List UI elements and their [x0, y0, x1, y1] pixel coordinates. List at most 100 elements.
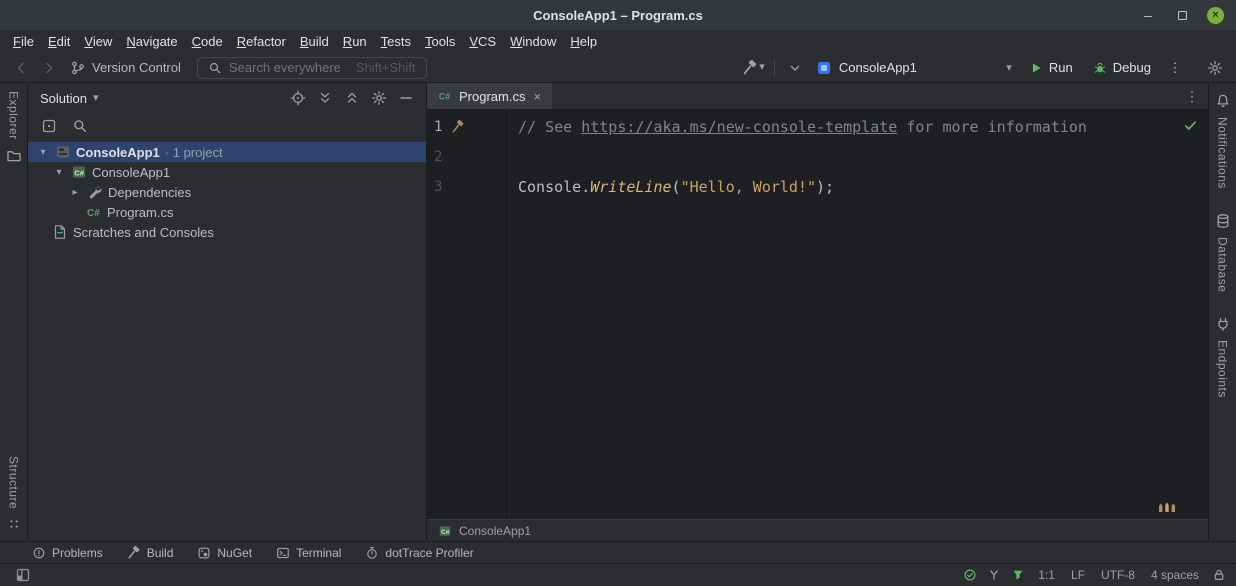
chevron-down-icon[interactable]: ▾: [36, 147, 50, 158]
arrow-right-icon: [41, 60, 57, 76]
hammer-icon: [742, 60, 758, 76]
toolwindow-build-button[interactable]: Build: [127, 546, 174, 560]
hammer-icon: [127, 546, 141, 560]
menu-item-view[interactable]: View: [77, 32, 119, 51]
tree-item-dependencies[interactable]: ▸ Dependencies: [28, 182, 426, 202]
code-link[interactable]: https://aka.ms/new-console-template: [581, 118, 897, 136]
titlebar: ConsoleApp1 – Program.cs – ×: [0, 0, 1236, 30]
toolwindow-label: NuGet: [217, 546, 252, 560]
close-button[interactable]: ×: [1207, 7, 1224, 24]
collapse-all-icon[interactable]: [344, 90, 360, 106]
menu-item-file[interactable]: File: [6, 32, 41, 51]
scratches-icon: [52, 224, 68, 240]
gutter-line-2[interactable]: 2: [427, 142, 509, 172]
toolwindow-explorer-button[interactable]: Explorer: [6, 91, 22, 164]
funnel-icon: [1011, 568, 1025, 582]
toolwindow-notifications-button[interactable]: Notifications: [1215, 93, 1231, 189]
run-config-select[interactable]: ConsoleApp1 ▾: [810, 60, 1018, 76]
circle-check-icon: [963, 568, 977, 582]
panel-options-gear-icon[interactable]: [371, 90, 387, 106]
select-opened-file-icon[interactable]: [41, 118, 57, 134]
menu-item-code[interactable]: Code: [185, 32, 230, 51]
menu-item-tools[interactable]: Tools: [418, 32, 462, 51]
tab-options-button[interactable]: ⋮: [1185, 83, 1199, 109]
explorer-stripe-label: Explorer: [7, 91, 21, 140]
tab-close-icon[interactable]: ×: [533, 89, 541, 104]
csharp-file-icon: C#: [86, 204, 102, 220]
locate-file-icon[interactable]: [290, 90, 306, 106]
toolwindow-nuget-button[interactable]: NuGet: [197, 546, 252, 560]
toolwindow-dottrace-button[interactable]: dotTrace Profiler: [365, 546, 473, 560]
lock-icon: [1212, 568, 1226, 582]
search-everywhere[interactable]: Search everywhere Shift+Shift: [197, 57, 427, 79]
toolwindow-database-button[interactable]: Database: [1215, 213, 1231, 292]
more-actions-button[interactable]: ⋮: [1162, 56, 1188, 80]
menu-item-navigate[interactable]: Navigate: [119, 32, 184, 51]
method-name: WriteLine: [590, 178, 671, 196]
chevron-right-icon[interactable]: ▸: [68, 187, 82, 198]
caret-position[interactable]: 1:1: [1035, 568, 1058, 582]
solution-explorer-panel: Solution ▾ ▾ ConsoleApp1: [28, 83, 427, 541]
menu-item-run[interactable]: Run: [336, 32, 374, 51]
search-tree-icon[interactable]: [72, 118, 88, 134]
indent-style[interactable]: 4 spaces: [1148, 568, 1202, 582]
tree-item-program-cs[interactable]: C# Program.cs: [28, 202, 426, 222]
context-actions-hammer-icon[interactable]: [451, 120, 465, 134]
tree-item-meta: · 1 project: [165, 145, 223, 160]
toolwindow-structure-button[interactable]: Structure: [7, 456, 21, 531]
menu-item-help[interactable]: Help: [563, 32, 604, 51]
toolbar-separator: [774, 60, 775, 76]
debug-button[interactable]: Debug: [1084, 56, 1160, 80]
run-button[interactable]: Run: [1020, 56, 1082, 80]
menu-item-tests[interactable]: Tests: [374, 32, 418, 51]
forward-button[interactable]: [36, 56, 62, 80]
code-line-2[interactable]: [518, 142, 1208, 172]
gutter-line-1[interactable]: 1: [427, 112, 509, 142]
toolwindow-layout-button[interactable]: [10, 563, 36, 586]
file-encoding[interactable]: UTF-8: [1098, 568, 1138, 582]
tree-item-scratches[interactable]: Scratches and Consoles: [28, 222, 426, 242]
menu-item-vcs[interactable]: VCS: [462, 32, 503, 51]
solution-view-select[interactable]: Solution: [40, 91, 87, 106]
run-widget-chevron-button[interactable]: [782, 56, 808, 80]
code-line-1[interactable]: // See https://aka.ms/new-console-templa…: [518, 112, 1208, 142]
expand-all-icon[interactable]: [317, 90, 333, 106]
menu-item-refactor[interactable]: Refactor: [230, 32, 293, 51]
run-button-label: Run: [1049, 60, 1073, 75]
line-separator[interactable]: LF: [1068, 568, 1088, 582]
code-line-3[interactable]: Console.WriteLine("Hello, World!");: [518, 172, 1208, 202]
status-widget[interactable]: [987, 568, 1001, 582]
chevron-down-icon[interactable]: ▾: [93, 93, 99, 104]
build-solution-button[interactable]: ▾: [740, 60, 767, 76]
hide-panel-icon[interactable]: [398, 90, 414, 106]
code-area[interactable]: // See https://aka.ms/new-console-templa…: [510, 110, 1208, 519]
svg-text:C#: C#: [441, 528, 450, 535]
inspections-ok-widget[interactable]: [1183, 118, 1198, 133]
toolwindow-terminal-button[interactable]: Terminal: [276, 546, 341, 560]
toolwindow-problems-button[interactable]: Problems: [32, 546, 103, 560]
tree-item-project[interactable]: ▾ C# ConsoleApp1: [28, 162, 426, 182]
tree-item-solution[interactable]: ▾ ConsoleApp1 · 1 project: [28, 142, 426, 162]
version-control-widget[interactable]: Version Control: [64, 60, 189, 76]
toolwindow-endpoints-button[interactable]: Endpoints: [1215, 316, 1231, 398]
tab-program-cs[interactable]: C# Program.cs ×: [427, 83, 552, 109]
breadcrumb-item[interactable]: ConsoleApp1: [459, 524, 531, 538]
readonly-lock-widget[interactable]: [1212, 568, 1226, 582]
check-icon: [1183, 118, 1198, 133]
gutter-line-3[interactable]: 3: [427, 172, 509, 202]
status-bar: 1:1 LF UTF-8 4 spaces: [0, 563, 1236, 586]
inspections-status-widget[interactable]: [963, 568, 977, 582]
structure-icon: [7, 517, 21, 531]
menu-item-build[interactable]: Build: [293, 32, 336, 51]
back-button[interactable]: [8, 56, 34, 80]
maximize-button[interactable]: [1173, 6, 1191, 24]
bell-icon: [1215, 93, 1231, 109]
comment-text: // See: [518, 118, 581, 136]
chevron-down-icon[interactable]: ▾: [52, 167, 66, 178]
menu-item-edit[interactable]: Edit: [41, 32, 77, 51]
settings-button[interactable]: [1202, 56, 1228, 80]
minimize-button[interactable]: –: [1139, 6, 1157, 24]
svg-text:C#: C#: [74, 168, 84, 177]
menu-item-window[interactable]: Window: [503, 32, 563, 51]
highlight-level-widget[interactable]: [1011, 568, 1025, 582]
